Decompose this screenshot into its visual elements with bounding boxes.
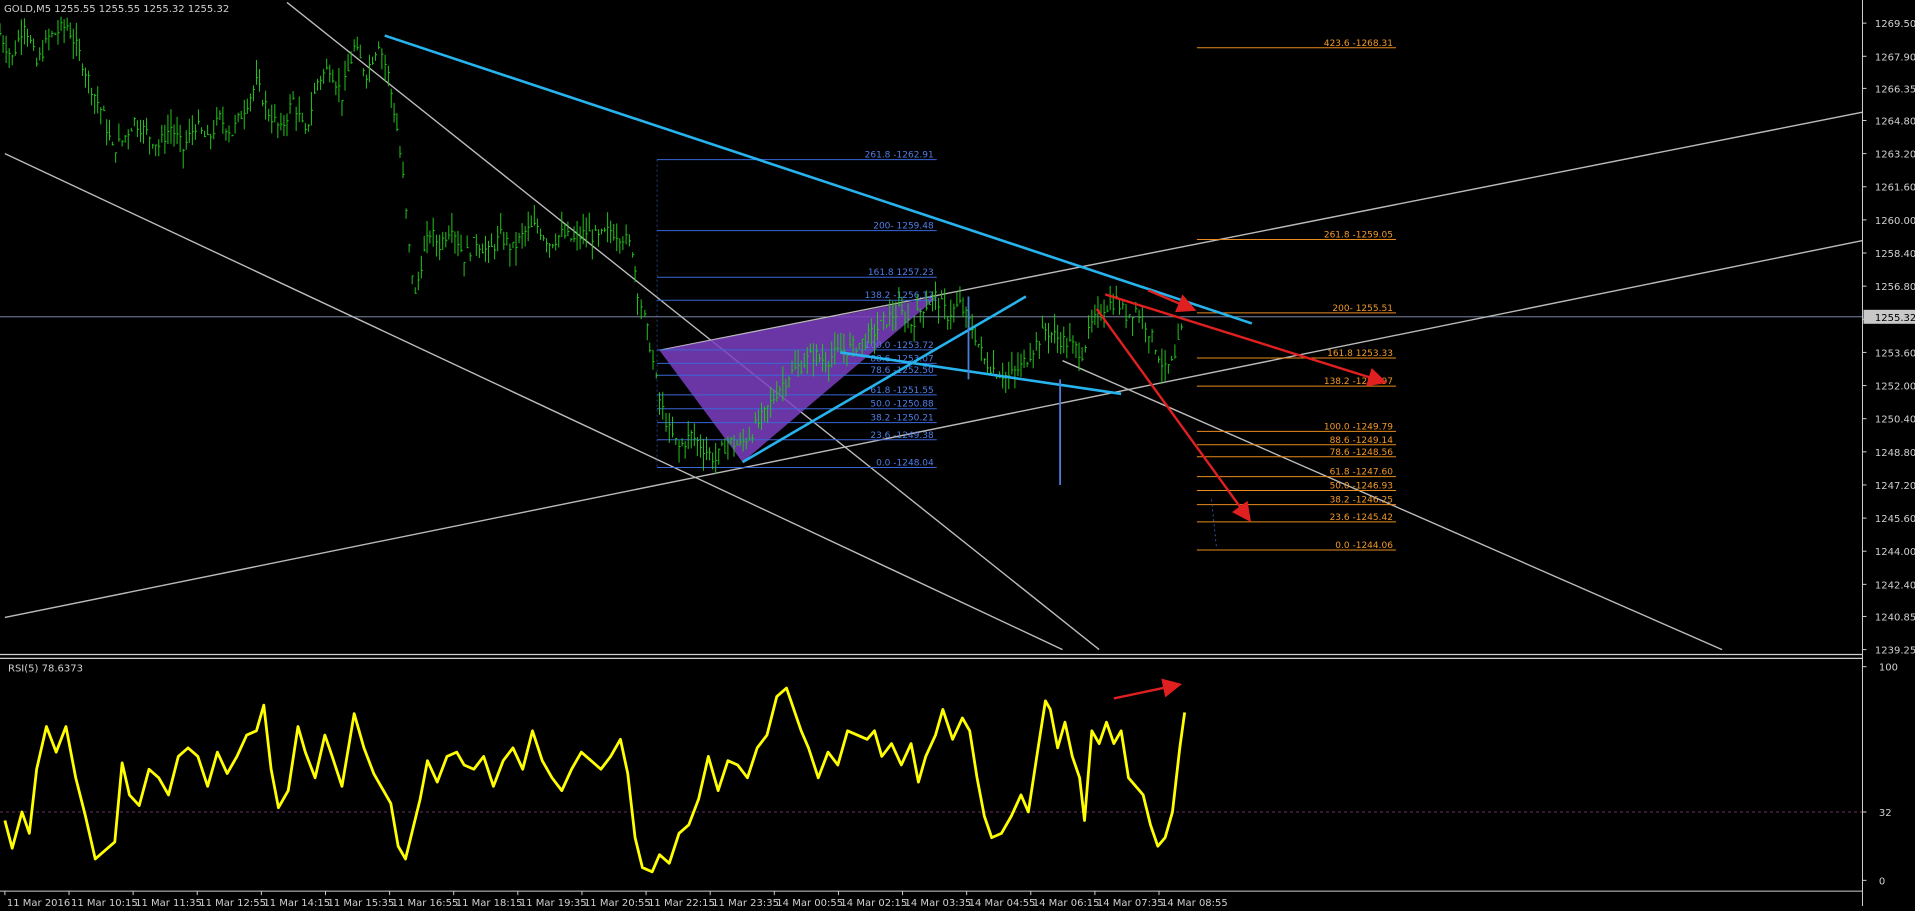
price-tick-label: 1258.40 [1875,249,1915,260]
fib-right-label: 78.6 -1248.56 [1330,448,1394,458]
time-tick-label: 11 Mar 14:15 [263,898,330,906]
time-tick-label: 11 Mar 20:55 [584,898,651,906]
time-tick-label: 11 Mar 12:55 [199,898,266,906]
time-tick-label: 14 Mar 03:35 [905,898,972,906]
fib-right-label: 88.6 -1249.14 [1330,436,1394,446]
rsi-tick-label: 100 [1879,663,1898,674]
fib-left-label: 23.6 -1249.38 [870,431,934,441]
fib-right-label: 161.8 1253.33 [1327,349,1393,359]
rsi-tick-label: 32 [1879,808,1892,819]
time-tick-label: 14 Mar 04:55 [969,898,1036,906]
time-tick-label: 11 Mar 2016 [7,898,70,906]
trading-chart-window: GOLD,M5 1255.55 1255.55 1255.32 1255.32 2… [0,0,1915,909]
price-tick-label: 1267.90 [1875,52,1915,63]
rsi-label: RSI(5) 78.6373 [8,663,83,674]
fib-right-label: 138.2 -1251.97 [1324,377,1393,387]
time-tick-label: 11 Mar 19:35 [520,898,587,906]
price-tick-label: 1256.80 [1875,282,1915,293]
time-tick-label: 14 Mar 00:55 [776,898,843,906]
price-tick-label: 1261.60 [1875,183,1915,194]
fib-right-label: 423.6 -1268.31 [1324,39,1393,49]
time-tick-label: 14 Mar 02:15 [840,898,907,906]
time-tick-label: 11 Mar 15:35 [327,898,394,906]
fib-left-label: 50.0 -1250.88 [870,400,934,410]
price-tick-label: 1264.80 [1875,116,1915,127]
fib-left-label: 61.8 -1251.55 [870,386,933,396]
current-price-value: 1255.32 [1875,313,1915,324]
price-tick-label: 1269.50 [1875,19,1915,30]
time-tick-label: 11 Mar 11:35 [135,898,202,906]
fib-right-label: 38.2 -1246.25 [1330,496,1393,506]
price-tick-label: 1247.20 [1875,481,1915,492]
time-tick-label: 11 Mar 18:15 [456,898,523,906]
price-tick-label: 1253.60 [1875,348,1915,359]
price-tick-label: 1242.40 [1875,580,1915,591]
price-tick-label: 1266.35 [1875,84,1915,95]
fib-left-label: 38.2 -1250.21 [870,414,933,424]
fib-left-label: 200- 1259.48 [873,222,934,232]
fib-left-label: 161.8 1257.23 [868,268,934,278]
price-tick-label: 1248.80 [1875,448,1915,459]
fib-right-label: 0.0 -1244.06 [1335,541,1393,551]
fib-right-label: 23.6 -1245.42 [1330,513,1393,523]
price-tick-label: 1250.40 [1875,415,1915,426]
price-tick-label: 1240.85 [1875,612,1915,623]
price-tick-label: 1260.00 [1875,216,1915,227]
fib-right-label: 200- 1255.51 [1332,304,1393,314]
time-tick-label: 14 Mar 07:35 [1097,898,1164,906]
fib-right-label: 61.8 -1247.60 [1330,468,1394,478]
price-tick-label: 1252.00 [1875,382,1915,393]
fib-right-label: 100.0 -1249.79 [1324,422,1393,432]
fib-right-label: 261.8 -1259.05 [1324,231,1393,241]
chart-svg[interactable]: GOLD,M5 1255.55 1255.55 1255.32 1255.32 2… [0,0,1915,909]
time-tick-label: 11 Mar 10:15 [71,898,138,906]
time-tick-label: 14 Mar 06:15 [1033,898,1100,906]
time-tick-label: 11 Mar 23:35 [712,898,779,906]
chart-header: GOLD,M5 1255.55 1255.55 1255.32 1255.32 [4,4,229,15]
price-tick-label: 1239.25 [1875,646,1915,657]
fib-left-label: 261.8 -1262.91 [865,151,934,161]
time-tick-label: 11 Mar 16:55 [392,898,459,906]
price-tick-label: 1263.20 [1875,150,1915,161]
fib-right-label: 50.0 -1246.93 [1330,482,1393,492]
rsi-tick-label: 0 [1879,876,1885,887]
fib-left-label: 0.0 -1248.04 [876,459,934,469]
fib-left-label: 100.0 -1253.72 [865,341,934,351]
price-tick-label: 1244.00 [1875,547,1915,558]
price-tick-label: 1245.60 [1875,514,1915,525]
time-tick-label: 11 Mar 22:15 [648,898,715,906]
time-tick-label: 14 Mar 08:55 [1161,898,1228,906]
